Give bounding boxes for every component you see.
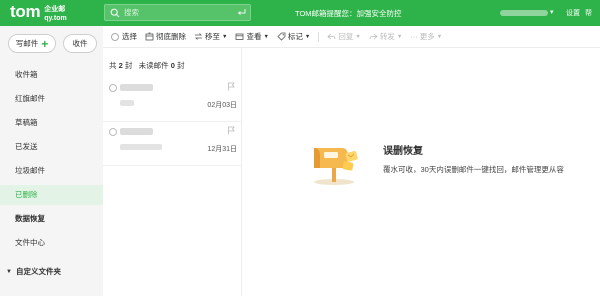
- move-icon: [195, 33, 202, 40]
- more-button[interactable]: ··· 更多 ▼: [410, 31, 442, 42]
- user-menu-caret-icon[interactable]: ▾: [550, 8, 554, 16]
- compose-label: 写邮件: [15, 39, 39, 48]
- sidebar-folder-item[interactable]: 收件箱: [0, 65, 103, 85]
- mail-sender: [120, 84, 153, 91]
- mail-select-checkbox[interactable]: [109, 84, 117, 92]
- reply-label: 回复: [338, 32, 354, 41]
- sidebar: 写邮件 + 收件 收件箱红旗邮件草稿箱已发送垃圾邮件已删除数据恢复文件中心 ▼ …: [0, 26, 103, 296]
- sidebar-folder-item[interactable]: 已发送: [0, 137, 103, 157]
- sidebar-folder-item[interactable]: 红旗邮件: [0, 89, 103, 109]
- sidebar-folder-item[interactable]: 已删除: [0, 185, 103, 205]
- triangle-down-icon: ▼: [6, 268, 12, 275]
- mail-subject: [120, 100, 134, 106]
- security-notice[interactable]: TOM邮箱提醒您：加强安全防控: [295, 8, 402, 19]
- tag-label: 标记: [287, 32, 303, 41]
- search-input[interactable]: 搜索: [124, 7, 237, 18]
- search-icon: [110, 8, 120, 17]
- forward-label: 转发: [379, 32, 395, 41]
- total-prefix: 共: [109, 61, 117, 70]
- move-to-label: 移至: [205, 32, 220, 41]
- logo-brand: tom: [10, 2, 41, 21]
- toolbar-divider: [318, 31, 320, 42]
- enter-icon[interactable]: [237, 8, 246, 17]
- top-bar: tom 企业邮 qy.tom 搜索 TOM邮箱提醒您：加强安全防控 ▾ 设置 帮: [0, 0, 600, 26]
- view-caret-icon: ▼: [263, 33, 269, 40]
- delete-forever-icon: [145, 32, 154, 41]
- plus-icon: +: [41, 36, 49, 51]
- custom-folders-toggle[interactable]: ▼ 自定义文件夹: [6, 266, 61, 277]
- mail-date: 02月03日: [207, 102, 237, 109]
- more-dots-icon: ···: [410, 32, 418, 41]
- sidebar-folder-item[interactable]: 数据恢复: [0, 209, 103, 229]
- sidebar-folder-item[interactable]: 草稿箱: [0, 113, 103, 133]
- logo-subtitle-line1: 企业邮: [44, 6, 66, 13]
- user-account[interactable]: [500, 10, 548, 16]
- total-unit: 封: [124, 61, 133, 70]
- mail-subject: [120, 144, 162, 150]
- custom-folders-label: 自定义文件夹: [15, 267, 61, 276]
- mail-list: 共 2 封 未读邮件 0 封 02月03日 12月31日: [103, 48, 242, 296]
- recovery-panel: 误删恢复 覆水可收，30天内误删邮件一键找回，邮件管理更从容: [242, 48, 600, 296]
- unread-count: 0: [170, 61, 175, 70]
- unread-unit: 封: [176, 61, 185, 70]
- mail-count-summary: 共 2 封 未读邮件 0 封: [109, 60, 184, 71]
- delete-forever-button[interactable]: 彻底删除: [145, 31, 186, 42]
- logo-subtitle: 企业邮 qy.tom: [44, 5, 66, 23]
- delete-forever-label: 彻底删除: [156, 32, 186, 41]
- mail-date: 12月31日: [207, 146, 237, 153]
- reply-caret-icon: ▼: [355, 33, 361, 40]
- forward-caret-icon: ▼: [396, 33, 403, 40]
- more-label: 更多: [419, 32, 435, 41]
- search-box[interactable]: 搜索: [104, 4, 251, 21]
- mail-item[interactable]: 12月31日: [103, 122, 242, 166]
- mailbox-icon: [314, 148, 358, 185]
- move-to-button[interactable]: 移至 ▼: [194, 31, 227, 42]
- sidebar-folder-item[interactable]: 文件中心: [0, 233, 103, 253]
- tag-icon: [277, 32, 286, 41]
- sidebar-folder-item[interactable]: 垃圾邮件: [0, 161, 103, 181]
- select-radio-icon: [111, 32, 119, 41]
- select-all-button[interactable]: 选择: [111, 31, 137, 42]
- unread-prefix: 未读邮件: [138, 61, 169, 70]
- total-count: 2: [118, 61, 123, 70]
- flag-icon[interactable]: [227, 126, 235, 135]
- more-caret-icon: ▼: [436, 33, 443, 40]
- mail-sender: [120, 128, 153, 135]
- select-label: 选择: [122, 32, 137, 41]
- reply-icon: [327, 33, 336, 40]
- move-to-caret-icon: ▼: [222, 33, 228, 40]
- forward-icon: [369, 33, 378, 40]
- tag-button[interactable]: 标记 ▼: [277, 31, 310, 42]
- forward-button[interactable]: 转发 ▼: [369, 31, 402, 42]
- flag-icon[interactable]: [227, 82, 235, 91]
- settings-link[interactable]: 设置: [566, 8, 580, 18]
- logo-subtitle-line2: qy.tom: [44, 15, 67, 22]
- view-label: 查看: [246, 32, 262, 41]
- toolbar: 选择 彻底删除 移至 ▼ 查看 ▼ 标记 ▼ 回复 ▼ 转发 ▼ ··· 更多 …: [103, 26, 600, 48]
- compose-button[interactable]: 写邮件 +: [8, 34, 56, 53]
- logo[interactable]: tom 企业邮 qy.tom: [10, 3, 67, 23]
- tag-caret-icon: ▼: [304, 33, 311, 40]
- view-icon: [236, 33, 244, 40]
- receive-button[interactable]: 收件: [63, 34, 97, 53]
- recovery-description: 覆水可收，30天内误删邮件一键找回，邮件管理更从容: [383, 165, 564, 174]
- mail-select-checkbox[interactable]: [109, 128, 117, 136]
- reply-button[interactable]: 回复 ▼: [327, 31, 361, 42]
- recovery-title: 误删恢复: [383, 146, 423, 157]
- mail-item[interactable]: 02月03日: [103, 78, 242, 122]
- view-button[interactable]: 查看 ▼: [235, 31, 269, 42]
- help-link[interactable]: 帮: [585, 8, 592, 18]
